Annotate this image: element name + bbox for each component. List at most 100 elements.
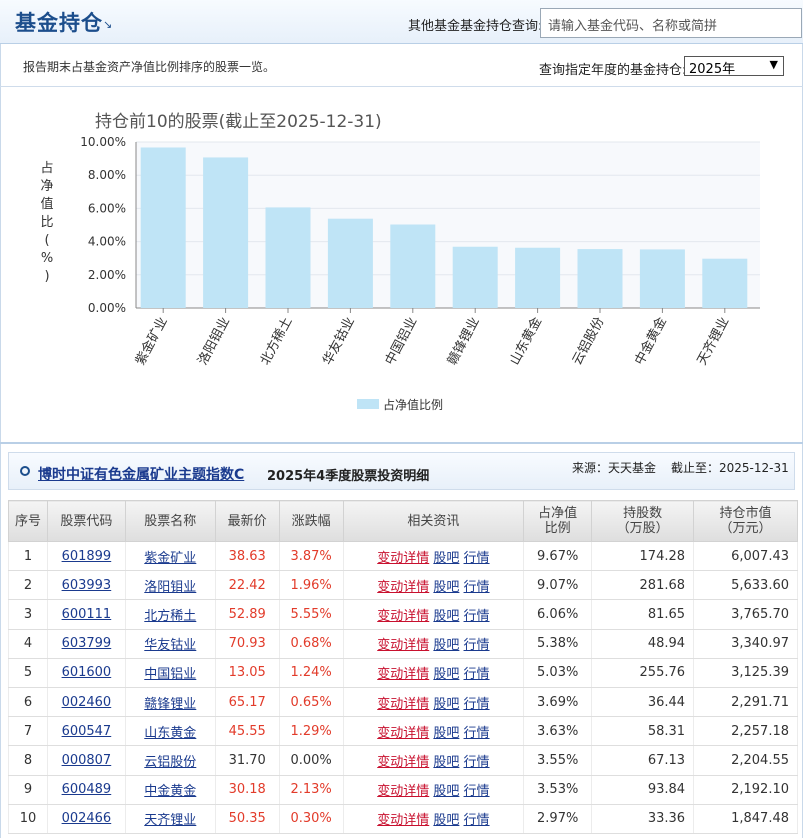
- stock-code-link[interactable]: 601600: [62, 665, 112, 680]
- cell-seq: 4: [8, 629, 48, 659]
- cell-code: 002466: [46, 804, 126, 834]
- cell-shares: 48.94: [591, 629, 695, 659]
- bar: [577, 249, 623, 308]
- stock-code-link[interactable]: 600489: [62, 782, 112, 797]
- quote-link[interactable]: 行情: [464, 551, 490, 566]
- bar: [452, 246, 498, 308]
- stock-name-link[interactable]: 中国铝业: [144, 667, 196, 682]
- quote-link[interactable]: 行情: [464, 609, 490, 624]
- stock-bar-link[interactable]: 股吧: [433, 551, 459, 566]
- year-select[interactable]: 2025年 ▼: [684, 56, 784, 77]
- cell-code: 600111: [46, 599, 126, 630]
- quote-link[interactable]: 行情: [464, 726, 490, 741]
- divider: [0, 442, 803, 444]
- cell-code: 601899: [46, 541, 126, 572]
- y-axis-label-char: 值: [40, 196, 53, 212]
- change-detail-link[interactable]: 变动详情: [377, 697, 429, 712]
- stock-code-link[interactable]: 603799: [62, 636, 112, 651]
- cell-seq: 3: [8, 599, 48, 630]
- stock-name-link[interactable]: 山东黄金: [144, 726, 196, 741]
- bar: [390, 224, 436, 308]
- fund-query-label: 其他基金基金持仓查询:: [408, 19, 543, 34]
- stock-name-link[interactable]: 赣锋锂业: [144, 697, 196, 712]
- stock-bar-link[interactable]: 股吧: [433, 638, 459, 653]
- cell-seq: 5: [8, 658, 48, 688]
- change-detail-link[interactable]: 变动详情: [377, 755, 429, 770]
- stock-code-link[interactable]: 000807: [62, 753, 112, 768]
- stock-bar-link[interactable]: 股吧: [433, 726, 459, 741]
- cell-code: 000807: [46, 745, 126, 776]
- stock-bar-link[interactable]: 股吧: [433, 667, 459, 682]
- cell-price: 45.55: [214, 716, 280, 747]
- x-tick-label: 中国铝业: [383, 315, 421, 368]
- table-row: 5 601600 中国铝业 13.05 1.24% 变动详情 股吧 行情 5.03% 255.…: [8, 658, 798, 688]
- change-detail-link[interactable]: 变动详情: [377, 580, 429, 595]
- change-detail-link[interactable]: 变动详情: [377, 551, 429, 566]
- cell-shares: 281.68: [591, 570, 695, 601]
- stock-bar-link[interactable]: 股吧: [433, 580, 459, 595]
- quote-link[interactable]: 行情: [464, 667, 490, 682]
- quote-link[interactable]: 行情: [464, 580, 490, 595]
- cell-code: 601600: [46, 658, 126, 688]
- cell-price: 31.70: [214, 745, 280, 776]
- stock-name-link[interactable]: 紫金矿业: [144, 551, 196, 566]
- stock-code-link[interactable]: 601899: [62, 549, 112, 564]
- collapse-arrow-icon[interactable]: ↘: [103, 18, 112, 31]
- stock-bar-link[interactable]: 股吧: [433, 609, 459, 624]
- quote-link[interactable]: 行情: [464, 784, 490, 799]
- col-header-value: 持仓市值 （万元）: [693, 500, 798, 542]
- cell-value: 2,291.71: [693, 687, 798, 718]
- cell-change: 0.65%: [278, 687, 344, 718]
- header-bar: 基金持仓 ↘ 其他基金基金持仓查询: 请输入基金代码、名称或简拼: [0, 0, 803, 44]
- stock-bar-link[interactable]: 股吧: [433, 813, 459, 828]
- quote-link[interactable]: 行情: [464, 813, 490, 828]
- stock-name-link[interactable]: 洛阳钼业: [144, 580, 196, 595]
- cell-price: 50.35: [214, 804, 280, 834]
- stock-bar-link[interactable]: 股吧: [433, 755, 459, 770]
- cell-links: 变动详情 股吧 行情: [342, 804, 525, 834]
- y-axis-label-char: %: [41, 251, 53, 266]
- stock-code-link[interactable]: 002466: [62, 811, 112, 826]
- stock-name-link[interactable]: 中金黄金: [144, 784, 196, 799]
- stock-code-link[interactable]: 603993: [62, 578, 112, 593]
- table-row: 3 600111 北方稀土 52.89 5.55% 变动详情 股吧 行情 6.06% 81.6…: [8, 599, 798, 630]
- col-header-name: 股票名称: [124, 500, 216, 542]
- stock-bar-link[interactable]: 股吧: [433, 784, 459, 799]
- cell-links: 变动详情 股吧 行情: [342, 541, 525, 572]
- fund-name-link[interactable]: 博时中证有色金属矿业主题指数C: [38, 464, 244, 484]
- change-detail-link[interactable]: 变动详情: [377, 813, 429, 828]
- y-axis-label-char: 比: [40, 215, 53, 230]
- quote-link[interactable]: 行情: [464, 697, 490, 712]
- x-tick-label: 中金黄金: [631, 314, 670, 367]
- stock-name-link[interactable]: 天齐锂业: [144, 813, 196, 828]
- stock-code-link[interactable]: 600111: [62, 607, 112, 622]
- stock-bar-link[interactable]: 股吧: [433, 697, 459, 712]
- change-detail-link[interactable]: 变动详情: [377, 638, 429, 653]
- stock-name-link[interactable]: 云铝股份: [144, 755, 196, 770]
- stock-code-link[interactable]: 600547: [62, 724, 112, 739]
- cell-name: 赣锋锂业: [124, 687, 216, 718]
- cell-value: 2,192.10: [693, 775, 798, 805]
- change-detail-link[interactable]: 变动详情: [377, 667, 429, 682]
- change-detail-link[interactable]: 变动详情: [377, 609, 429, 624]
- cell-code: 002460: [46, 687, 126, 718]
- stock-name-link[interactable]: 北方稀土: [144, 609, 196, 624]
- cell-links: 变动详情 股吧 行情: [342, 658, 525, 688]
- quote-link[interactable]: 行情: [464, 755, 490, 770]
- x-tick-label: 赣锋锂业: [445, 315, 483, 368]
- cell-seq: 2: [8, 570, 48, 601]
- change-detail-link[interactable]: 变动详情: [377, 726, 429, 741]
- quote-link[interactable]: 行情: [464, 638, 490, 653]
- stock-name-link[interactable]: 华友钴业: [144, 638, 196, 653]
- bar: [639, 249, 685, 308]
- cell-change: 1.29%: [278, 716, 344, 747]
- stock-code-link[interactable]: 002460: [62, 695, 112, 710]
- cell-shares: 33.36: [591, 804, 695, 834]
- cell-seq: 1: [8, 541, 48, 572]
- cell-shares: 67.13: [591, 745, 695, 776]
- change-detail-link[interactable]: 变动详情: [377, 784, 429, 799]
- cell-price: 30.18: [214, 775, 280, 805]
- cell-change: 0.30%: [278, 804, 344, 834]
- fund-search-input[interactable]: 请输入基金代码、名称或简拼: [540, 8, 802, 38]
- x-tick-label: 山东黄金: [507, 314, 546, 367]
